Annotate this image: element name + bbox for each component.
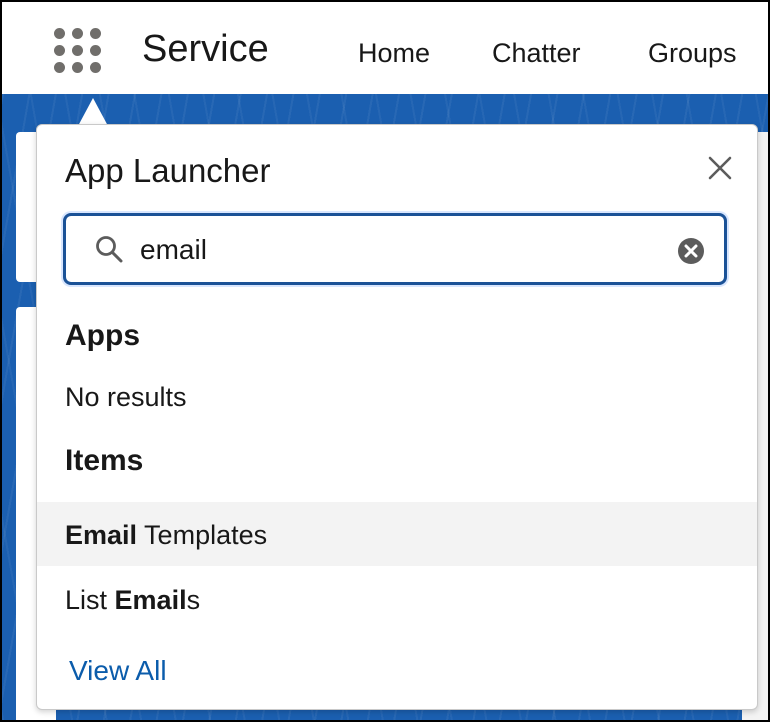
app-name: Service [142,28,269,70]
close-icon[interactable] [705,153,735,183]
clear-icon[interactable] [676,236,706,266]
nav-tab-chatter[interactable]: Chatter [492,40,581,67]
list-item-list-emails[interactable]: List Emails [37,567,757,631]
search-icon [94,234,124,264]
global-header: Service Home Chatter Groups [2,2,768,94]
app-launcher-waffle-icon[interactable] [54,28,106,80]
list-item-label: Email Templates [65,520,268,550]
popover-title: App Launcher [65,152,271,189]
search-field[interactable] [63,213,727,285]
list-item-label: List Emails [65,585,201,615]
list-item-email-templates[interactable]: Email Templates [37,502,757,566]
popover-pointer [78,98,108,126]
nav-tab-home[interactable]: Home [358,40,430,67]
app-window: Service Home Chatter Groups App Launcher [0,0,770,722]
items-section-heading: Items [65,444,144,477]
apps-no-results: No results [65,382,187,412]
search-input[interactable] [140,232,660,268]
apps-section-heading: Apps [65,319,140,352]
app-launcher-popover: App Launcher Apps No results [36,124,758,710]
view-all-link[interactable]: View All [69,657,167,685]
nav-tab-groups[interactable]: Groups [648,40,737,67]
